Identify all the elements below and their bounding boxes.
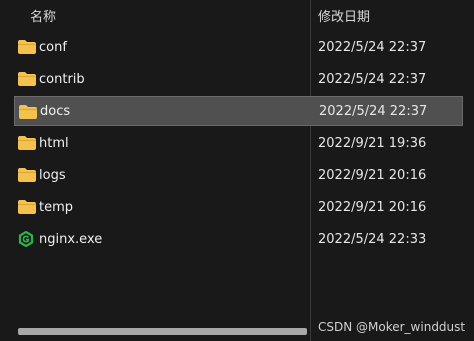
file-row-selected[interactable]: docs 2022/5/24 22:37 [14,96,463,126]
file-date: 2022/9/21 19:36 [318,135,427,151]
file-date: 2022/9/21 20:16 [318,199,427,215]
file-date: 2022/5/24 22:37 [319,103,428,119]
file-date: 2022/9/21 20:16 [318,167,427,183]
folder-icon [18,168,36,182]
file-date: 2022/5/24 22:37 [318,71,427,87]
sort-ascending-icon: ^ [162,0,172,7]
folder-icon [18,136,36,150]
nginx-exe-icon [18,231,36,247]
file-name: docs [40,103,71,119]
column-header-bar: 名称 ^ 修改日期 [0,0,474,30]
file-name: conf [39,39,67,55]
file-name: nginx.exe [39,231,103,247]
file-name: contrib [39,71,85,87]
file-date: 2022/5/24 22:37 [318,39,427,55]
file-date: 2022/5/24 22:33 [318,231,427,247]
file-row[interactable]: nginx.exe 2022/5/24 22:33 [14,224,463,254]
file-row[interactable]: temp 2022/9/21 20:16 [14,192,463,222]
file-name: temp [39,199,74,215]
file-row[interactable]: logs 2022/9/21 20:16 [14,160,463,190]
file-row[interactable]: contrib 2022/5/24 22:37 [14,64,463,94]
folder-icon [18,200,36,214]
file-name: logs [39,167,66,183]
file-row[interactable]: conf 2022/5/24 22:37 [14,32,463,62]
watermark: CSDN @Moker_winddust [318,320,466,334]
date-modified-column-header[interactable]: 修改日期 [318,6,370,25]
folder-icon [18,72,36,86]
horizontal-scrollbar-thumb[interactable] [18,328,307,335]
file-name: html [39,135,69,151]
name-column-header[interactable]: 名称 [30,6,56,25]
file-row[interactable]: html 2022/9/21 19:36 [14,128,463,158]
folder-icon [18,40,36,54]
folder-icon [19,105,37,119]
